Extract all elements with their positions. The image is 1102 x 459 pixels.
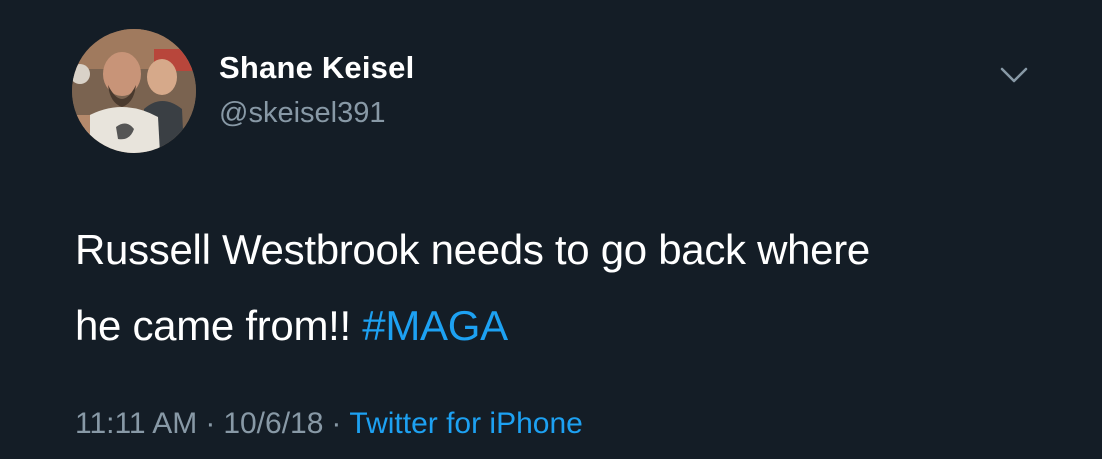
tweet-source-link[interactable]: Twitter for iPhone <box>349 407 582 440</box>
separator-dot: · <box>205 407 216 440</box>
chevron-down-icon[interactable] <box>996 60 1032 90</box>
tweet-card: Shane Keisel @skeisel391 Russell Westbro… <box>0 0 1102 459</box>
separator-dot: · <box>331 407 342 440</box>
tweet-metadata: 11:11 AM · 10/6/18 · Twitter for iPhone <box>75 407 583 441</box>
hashtag-link[interactable]: #MAGA <box>362 302 508 349</box>
profile-photo-icon <box>72 29 196 153</box>
author-display-name[interactable]: Shane Keisel <box>219 50 414 86</box>
profile-avatar[interactable] <box>72 29 196 153</box>
tweet-text-line-2-text: he came from!! <box>75 302 363 349</box>
tweet-date[interactable]: 10/6/18 <box>223 407 323 440</box>
tweet-text-line-1: Russell Westbrook needs to go back where <box>75 226 870 273</box>
tweet-time[interactable]: 11:11 AM <box>75 407 197 440</box>
tweet-text: Russell Westbrook needs to go back where… <box>75 212 1075 364</box>
tweet-text-line-2: he came from!! #MAGA <box>75 288 1075 364</box>
author-handle[interactable]: @skeisel391 <box>219 97 385 130</box>
